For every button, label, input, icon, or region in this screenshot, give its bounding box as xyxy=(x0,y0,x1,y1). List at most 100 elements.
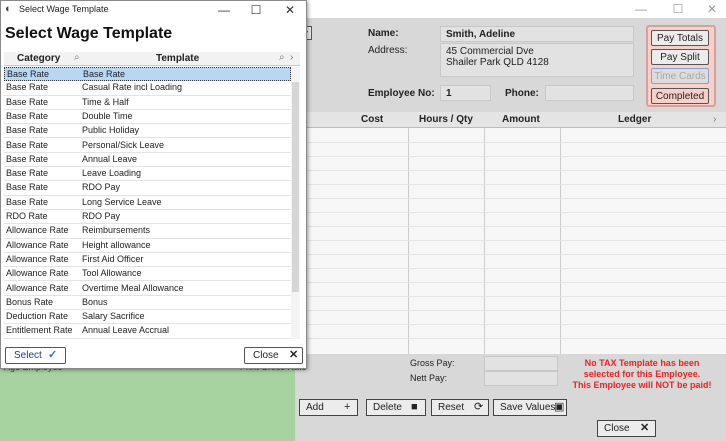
vertical-scrollbar[interactable] xyxy=(291,67,300,339)
warning-line: No TAX Template has been xyxy=(584,358,700,368)
close-button[interactable]: Close ✕ xyxy=(597,420,656,437)
template-row[interactable]: Allowance Rate Tool Allowance xyxy=(4,267,291,282)
nett-pay-field xyxy=(484,371,558,386)
row-template: Time & Half xyxy=(82,96,129,107)
dialog-close-button[interactable]: Close ✕ xyxy=(244,347,303,364)
close-label: Close xyxy=(253,350,279,361)
close-x-icon: ✕ xyxy=(640,422,650,434)
template-row[interactable]: Base Rate Casual Rate incl Loading xyxy=(4,81,291,96)
save-values-label: Save Values xyxy=(500,402,556,413)
completed-button[interactable]: Completed xyxy=(651,88,709,104)
select-wage-template-dialog: ◐ Select Wage Template — ☐ ✕ Select Wage… xyxy=(0,0,307,369)
template-row[interactable]: Deduction Rate Salary Sacrifice xyxy=(4,310,291,325)
template-table-header: Category ⌕ Template ⌕ › xyxy=(4,52,300,66)
row-category: Allowance Rate xyxy=(6,268,69,279)
phone-field[interactable] xyxy=(545,85,634,101)
template-row[interactable]: Base Rate Long Service Leave xyxy=(4,196,291,210)
maximize-icon[interactable]: ☐ xyxy=(668,1,688,17)
ledger-column-header[interactable]: Ledger xyxy=(618,114,651,125)
row-template: Reimbursements xyxy=(82,225,151,236)
template-row[interactable]: Allowance Rate Height allowance xyxy=(4,239,291,253)
row-template: RDO Pay xyxy=(82,211,121,221)
address-label: Address: xyxy=(368,45,408,56)
pay-totals-button[interactable]: Pay Totals xyxy=(651,30,709,46)
pay-grid[interactable] xyxy=(300,128,726,354)
row-category: Base Rate xyxy=(6,196,49,207)
search-icon[interactable]: ⌕ xyxy=(279,51,285,65)
template-column-header[interactable]: Template xyxy=(156,53,199,64)
row-template: Bonus xyxy=(82,296,108,307)
plus-icon: + xyxy=(344,401,351,413)
reset-label: Reset xyxy=(438,402,465,413)
search-icon[interactable]: ⌕ xyxy=(74,51,80,65)
app-icon: ◐ xyxy=(5,3,12,15)
row-category: Allowance Rate xyxy=(6,225,69,236)
template-row[interactable]: Entitlement Rate Annual Leave Accrual xyxy=(4,324,291,339)
grid-row xyxy=(300,282,726,283)
grid-row xyxy=(300,240,726,241)
close-icon[interactable]: ✕ xyxy=(702,1,722,17)
template-row[interactable]: Allowance Rate Reimbursements xyxy=(4,224,291,239)
dialog-heading: Select Wage Template xyxy=(5,25,173,42)
template-row[interactable]: Base Rate Public Holiday xyxy=(4,124,291,139)
scrollbar-thumb[interactable] xyxy=(292,82,299,292)
dialog-titlebar[interactable]: ◐ Select Wage Template — ☐ ✕ xyxy=(1,1,306,18)
grid-row xyxy=(300,142,726,143)
grid-divider xyxy=(408,128,409,354)
template-row[interactable]: Base Rate Base Rate xyxy=(4,67,291,82)
address-line-1: 45 Commercial Dve xyxy=(446,46,534,57)
row-category: Base Rate xyxy=(6,110,49,121)
add-button[interactable]: Add + xyxy=(299,399,358,416)
grid-row xyxy=(300,268,726,269)
refresh-icon: ⟳ xyxy=(474,401,484,413)
address-field[interactable]: 45 Commercial Dve Shailer Park QLD 4128 xyxy=(440,43,634,77)
template-row[interactable]: Base Rate Leave Loading xyxy=(4,167,291,182)
template-row[interactable]: Base Rate Double Time xyxy=(4,110,291,125)
delete-button[interactable]: Delete ■ xyxy=(366,399,426,416)
grid-row xyxy=(300,156,726,157)
pay-split-button[interactable]: Pay Split xyxy=(651,49,709,65)
grid-row xyxy=(300,198,726,199)
time-cards-button[interactable]: Time Cards xyxy=(651,68,709,84)
chevron-right-icon[interactable]: › xyxy=(290,51,293,65)
template-row[interactable]: Base Rate RDO Pay xyxy=(4,181,291,196)
checkmark-icon: ✓ xyxy=(48,349,58,361)
template-row[interactable]: Base Rate Time & Half xyxy=(4,96,291,110)
minimize-icon[interactable]: — xyxy=(214,2,234,18)
address-line-2: Shailer Park QLD 4128 xyxy=(446,57,549,68)
close-icon[interactable]: ✕ xyxy=(280,2,300,18)
green-panel xyxy=(0,360,295,441)
amount-column-header[interactable]: Amount xyxy=(502,114,540,125)
minimize-icon[interactable]: — xyxy=(631,1,651,17)
template-row[interactable]: Base Rate Annual Leave xyxy=(4,153,291,168)
grid-divider xyxy=(484,128,485,354)
row-template: Height allowance xyxy=(82,239,151,250)
template-row[interactable]: RDO Rate RDO Pay xyxy=(4,210,291,225)
scroll-right-icon[interactable]: › xyxy=(713,114,716,125)
maximize-icon[interactable]: ☐ xyxy=(246,2,266,18)
reset-button[interactable]: Reset ⟳ xyxy=(431,399,489,416)
warning-line: This Employee will NOT be paid! xyxy=(572,380,712,390)
trash-icon: ■ xyxy=(411,401,418,413)
row-category: RDO Rate xyxy=(6,211,48,221)
save-values-button[interactable]: Save Values ▣ xyxy=(493,399,567,416)
cost-column-header[interactable]: Cost xyxy=(361,114,383,125)
no-tax-warning: No TAX Template has been selected for th… xyxy=(572,358,712,391)
template-row[interactable]: Allowance Rate Overtime Meal Allowance xyxy=(4,282,291,296)
employee-no-field[interactable]: 1 xyxy=(440,85,491,101)
close-x-icon: ✕ xyxy=(289,349,299,361)
grid-row xyxy=(300,296,726,297)
hours-column-header[interactable]: Hours / Qty xyxy=(419,114,473,125)
row-category: Base Rate xyxy=(6,96,49,107)
category-column-header[interactable]: Category xyxy=(17,53,60,64)
name-field[interactable]: Smith, Adeline xyxy=(440,26,634,42)
template-list[interactable]: Base Rate Base Rate Base Rate Casual Rate i… xyxy=(4,67,291,339)
template-row[interactable]: Allowance Rate First Aid Officer xyxy=(4,253,291,268)
name-label: Name: xyxy=(368,28,399,39)
template-row[interactable]: Bonus Rate Bonus xyxy=(4,296,291,311)
row-template: RDO Pay xyxy=(82,182,121,193)
select-button[interactable]: Select ✓ xyxy=(5,347,66,364)
row-template: First Aid Officer xyxy=(82,253,144,264)
template-row[interactable]: Base Rate Personal/Sick Leave xyxy=(4,139,291,153)
row-template: Overtime Meal Allowance xyxy=(82,282,184,293)
